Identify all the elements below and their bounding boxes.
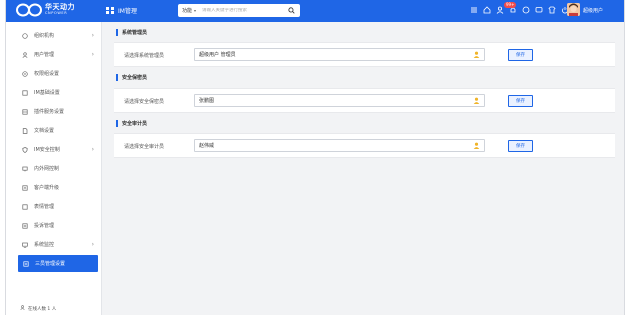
- search-icon[interactable]: [288, 7, 295, 14]
- chevron-right-icon: ›: [91, 146, 94, 153]
- system-admin-card: 请选择系统管理员 超级用户 管理员 保存: [114, 42, 615, 67]
- search-scope-label: 功能: [182, 8, 193, 14]
- online-user-icon: [20, 305, 25, 312]
- sidebar-item-label: 投诉管理: [34, 223, 55, 229]
- app-window: 华天动力 CNPOWER IM管理 功能 ▾ 请输入关键字进行搜索 99+ 超级…: [5, 0, 625, 315]
- logo-mark-icon: [16, 3, 42, 17]
- section-title-security-officer: 安全保密员: [116, 74, 147, 81]
- security-officer-value: 张鹏图: [199, 98, 215, 104]
- security-auditor-card: 请选择安全审计员 赵伟威 保存: [114, 133, 615, 158]
- emoji-icon: [22, 203, 28, 210]
- org-icon: [22, 32, 28, 39]
- complaint-icon: [22, 222, 28, 229]
- user-select-icon[interactable]: [473, 142, 480, 149]
- message-icon[interactable]: [534, 5, 543, 15]
- apps-grid-icon: [106, 6, 114, 15]
- chevron-right-icon: ›: [91, 51, 94, 58]
- shirt-icon[interactable]: [547, 5, 556, 15]
- sidebar-item-network[interactable]: 内外网控制: [6, 160, 102, 177]
- save-button[interactable]: 保存: [508, 140, 533, 152]
- sidebar-item-label: 插件服务设置: [34, 109, 65, 115]
- avatar[interactable]: [567, 3, 580, 16]
- upgrade-icon: [22, 184, 28, 191]
- user-select-icon[interactable]: [473, 51, 480, 58]
- module-title: IM管理: [118, 8, 137, 15]
- sidebar-item-emoji[interactable]: 表情管理: [6, 198, 102, 215]
- key-icon: [22, 70, 28, 77]
- security-auditor-label: 请选择安全审计员: [124, 144, 165, 150]
- sidebar-item-label: 用户管理: [34, 52, 55, 58]
- sidebar-item-label: 客户端升级: [34, 185, 60, 191]
- shield-icon: [22, 146, 28, 153]
- security-officer-card: 请选择安全保密员 张鹏图 保存: [114, 88, 615, 113]
- security-auditor-value: 赵伟威: [199, 143, 215, 149]
- search-input[interactable]: [202, 8, 283, 13]
- save-button[interactable]: 保存: [508, 49, 533, 61]
- chevron-right-icon: ›: [91, 32, 94, 39]
- network-icon: [22, 166, 28, 172]
- plugin-icon: [22, 108, 28, 115]
- security-officer-field[interactable]: 张鹏图: [194, 94, 485, 107]
- online-count: 在线人数 1 人: [20, 305, 56, 312]
- sidebar-item-plugins[interactable]: 插件服务设置: [6, 103, 102, 120]
- list-icon[interactable]: [469, 5, 478, 15]
- sidebar-item-documents[interactable]: 文档设置: [6, 122, 102, 139]
- system-admin-field[interactable]: 超级用户 管理员: [194, 48, 485, 61]
- doc-icon: [22, 127, 28, 134]
- sidebar-item-monitor[interactable]: 系统监控 ›: [6, 236, 102, 253]
- sidebar-item-upgrade[interactable]: 客户端升级: [6, 179, 102, 196]
- sidebar-item-org[interactable]: 组织机构 ›: [6, 27, 102, 44]
- chevron-right-icon: ›: [91, 241, 94, 248]
- section-title-system-admin: 系统管理员: [116, 29, 147, 36]
- home-icon[interactable]: [482, 5, 491, 15]
- chevron-down-icon: ▾: [194, 8, 197, 13]
- toolbar-icons: [469, 5, 573, 15]
- sidebar-item-label: 三员管理设置: [35, 261, 66, 267]
- chat-icon[interactable]: [521, 5, 530, 15]
- settings-icon: [22, 89, 28, 96]
- sidebar-item-label: 组织机构: [34, 33, 55, 39]
- brand-name: 华天动力: [45, 3, 75, 12]
- module-switcher[interactable]: IM管理: [106, 6, 137, 15]
- sidebar-item-label: 权限组设置: [34, 71, 60, 77]
- user-name[interactable]: 超级用户: [583, 7, 603, 14]
- sidebar-item-label: 表情管理: [34, 204, 55, 210]
- system-admin-label: 请选择系统管理员: [124, 53, 165, 59]
- search-scope-select[interactable]: 功能 ▾: [178, 7, 196, 14]
- sidebar-item-permissions[interactable]: 权限组设置: [6, 65, 102, 82]
- sidebar-item-complaints[interactable]: 投诉管理: [6, 217, 102, 234]
- person-icon[interactable]: [495, 5, 504, 15]
- sidebar-item-im-security[interactable]: IM安全控制 ›: [6, 141, 102, 158]
- system-admin-value: 超级用户 管理员: [199, 52, 236, 58]
- notification-badge: 99+: [504, 2, 517, 8]
- brand-name-en: CNPOWER: [45, 11, 68, 16]
- sidebar-item-users[interactable]: 用户管理 ›: [6, 46, 102, 63]
- sidebar-item-label: 系统监控: [34, 242, 55, 248]
- sidebar-item-label: 内外网控制: [34, 166, 60, 172]
- sidebar-item-label: 文档设置: [34, 128, 55, 134]
- sidebar-item-im-settings[interactable]: IM基础设置: [6, 84, 102, 101]
- main-content: 系统管理员 请选择系统管理员 超级用户 管理员 保存 安全保密员 请选择安全保密…: [103, 22, 624, 315]
- user-icon: [22, 51, 28, 58]
- sidebar-item-label: IM基础设置: [34, 90, 60, 96]
- user-select-icon[interactable]: [473, 97, 480, 104]
- sidebar-item-three-admins[interactable]: 三员管理设置: [18, 255, 98, 272]
- section-title-security-auditor: 安全审计员: [116, 120, 147, 127]
- monitor-icon: [22, 242, 28, 248]
- three-admins-icon: [23, 260, 29, 267]
- online-count-text: 在线人数 1 人: [28, 306, 57, 312]
- security-auditor-field[interactable]: 赵伟威: [194, 139, 485, 152]
- sidebar: 组织机构 › 用户管理 › 权限组设置 IM基础设置 插件服务设置 文档设置 I…: [6, 22, 102, 315]
- security-officer-label: 请选择安全保密员: [124, 99, 165, 105]
- save-button[interactable]: 保存: [508, 95, 533, 107]
- sidebar-item-label: IM安全控制: [34, 147, 60, 153]
- brand-logo[interactable]: 华天动力 CNPOWER: [16, 3, 75, 17]
- top-bar: 华天动力 CNPOWER IM管理 功能 ▾ 请输入关键字进行搜索 99+ 超级…: [6, 0, 624, 22]
- search-box: 功能 ▾: [178, 4, 300, 17]
